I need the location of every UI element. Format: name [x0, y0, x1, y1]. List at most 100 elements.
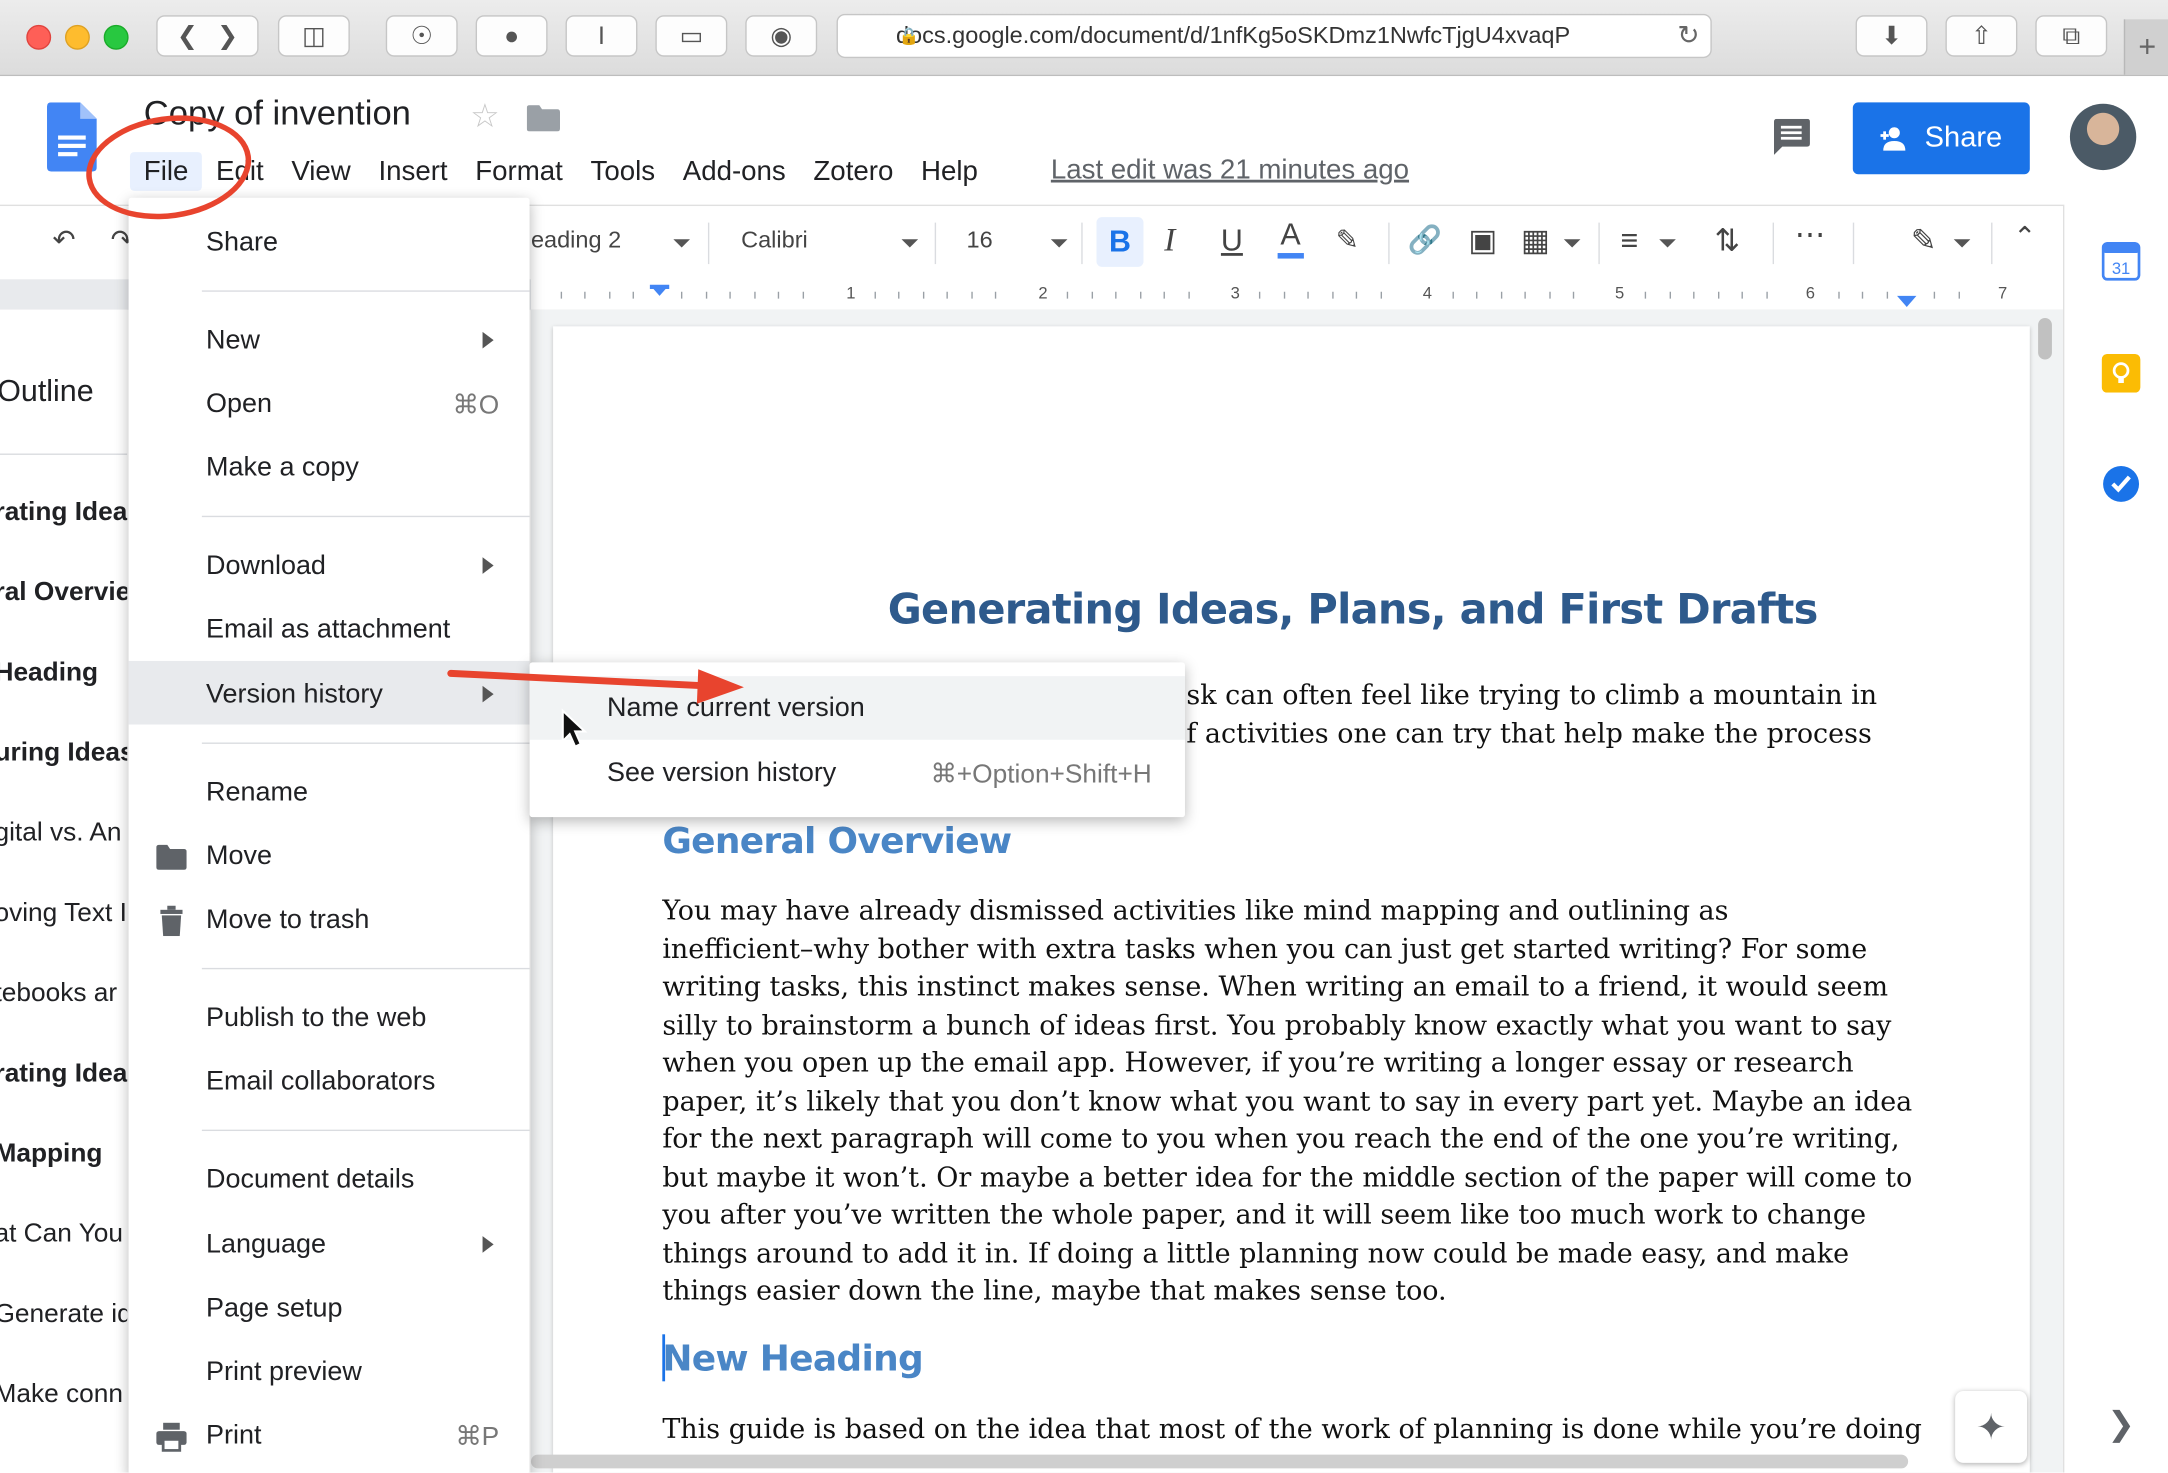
avatar[interactable] — [2069, 103, 2137, 171]
outline-item[interactable]: uring Ideas — [0, 738, 127, 768]
more-options-icon[interactable]: ⋯ — [1795, 217, 1825, 253]
address-bar[interactable]: 🔒 docs.google.com/document/d/1nfKg5oSKDm… — [836, 13, 1712, 59]
lock-icon: 🔒 — [898, 26, 920, 46]
add-comment-icon[interactable]: ▣ — [1468, 223, 1497, 259]
paragraph-line: You may have already dismissed activitie… — [662, 894, 1729, 927]
menu-item-print[interactable]: Print — [206, 1420, 261, 1452]
side-panel — [2062, 204, 2168, 1473]
submenu-arrow-icon — [482, 1236, 494, 1253]
font-size-select[interactable]: 16 — [967, 227, 993, 255]
outline-item[interactable]: Generate id — [0, 1300, 127, 1330]
url-text: docs.google.com/document/d/1nfKg5oSKDmz1… — [895, 22, 1571, 49]
paragraph-line: This guide is based on the idea that mos… — [662, 1413, 1922, 1445]
person-add-icon — [1880, 127, 1906, 151]
image-caret-icon[interactable] — [1563, 239, 1581, 248]
outline-item[interactable]: Mapping — [0, 1139, 102, 1169]
mode-caret-icon[interactable] — [1953, 239, 1971, 248]
menu-zotero[interactable]: Zotero — [800, 152, 908, 191]
underline-button[interactable]: U — [1221, 223, 1243, 259]
folder-icon — [156, 844, 187, 870]
ruler-mark: 6 — [1805, 283, 1816, 303]
align-icon[interactable]: ≡ — [1621, 223, 1639, 259]
highlight-pen-icon[interactable]: ✎ — [1336, 223, 1359, 258]
share-button-label: Share — [1924, 121, 2003, 154]
vertical-scrollbar[interactable] — [2038, 318, 2052, 360]
expand-panel-icon[interactable]: ❯ — [2107, 1405, 2135, 1445]
share-button[interactable]: Share — [1852, 102, 2030, 175]
paragraph-line: things easier down the line, maybe that … — [662, 1274, 1447, 1307]
overview-paragraph[interactable]: You may have already dismissed activitie… — [662, 892, 1913, 1310]
ruler-mark: 1 — [846, 283, 856, 303]
ruler-mark: 4 — [1422, 283, 1433, 303]
ruler-mark: 3 — [1230, 283, 1240, 303]
paragraph-line: writing tasks, this instinct makes sense… — [662, 970, 1889, 1003]
menu-item-rename[interactable]: Rename — [206, 777, 308, 809]
paragraph-line: when you open up the email app. However,… — [662, 1046, 1854, 1079]
editing-mode-icon[interactable]: ✎ — [1911, 223, 1936, 259]
horizontal-scrollbar[interactable] — [530, 1454, 1909, 1469]
tabs-overview-button[interactable]: ⧉ — [2035, 15, 2108, 57]
paragraph-line: inefficient–why bother with extra tasks … — [662, 932, 1868, 965]
ruler-mark: 7 — [1998, 283, 2008, 303]
paragraph-line: sk can often feel like trying to climb a… — [1186, 678, 1878, 711]
share-icon: ⇧ — [1970, 21, 1992, 50]
menu-item-language[interactable]: Language — [206, 1229, 326, 1261]
outline-item[interactable]: tebooks ar — [0, 979, 117, 1009]
download-icon: ⬇ — [1881, 21, 1902, 50]
doc-heading-new[interactable]: New Heading — [662, 1338, 923, 1379]
outline-item[interactable]: gital vs. An — [0, 819, 122, 849]
size-caret-icon[interactable] — [1050, 239, 1068, 248]
doc-heading-title[interactable]: Generating Ideas, Plans, and First Draft… — [888, 586, 1819, 634]
insert-image-icon[interactable]: ▦ — [1521, 223, 1550, 259]
print-icon — [156, 1422, 187, 1452]
collapse-toolbar-icon[interactable]: ⌃ — [2013, 220, 2036, 255]
trash-icon — [160, 905, 183, 937]
tasks-icon[interactable] — [2102, 465, 2141, 504]
share-sheet-button[interactable]: ⇧ — [1945, 15, 2018, 57]
new-tab-button[interactable]: + — [2123, 19, 2168, 75]
text-color-button[interactable]: A — [1277, 217, 1304, 259]
paragraph-line: f activities one can try that help make … — [1186, 716, 1872, 749]
italic-button[interactable]: I — [1164, 223, 1175, 260]
last-edit-link[interactable]: Last edit was 21 minutes ago — [1051, 155, 1409, 187]
menu-item-page-setup[interactable]: Page setup — [206, 1293, 342, 1325]
link-icon[interactable]: 🔗 — [1408, 223, 1442, 258]
downloads-button[interactable]: ⬇ — [1855, 15, 1928, 57]
outline-item[interactable]: Make conn — [0, 1380, 123, 1410]
paragraph-line: for the next paragraph will come to you … — [662, 1122, 1900, 1155]
menu-help[interactable]: Help — [907, 152, 992, 191]
comment-history-icon[interactable] — [1771, 118, 1810, 155]
calendar-icon[interactable]: 31 — [2101, 241, 2141, 281]
paragraph-line: but maybe it won’t. Or maybe a better id… — [662, 1160, 1913, 1193]
menu-item-email-collaborators[interactable]: Email collaborators — [206, 1066, 435, 1098]
keep-icon[interactable] — [2101, 353, 2141, 393]
align-caret-icon[interactable] — [1659, 239, 1676, 248]
outline-item[interactable]: at Can You — [0, 1220, 123, 1250]
reload-icon[interactable]: ↻ — [1677, 21, 1699, 53]
menu-item-publish[interactable]: Publish to the web — [206, 1002, 426, 1034]
bold-button[interactable]: B — [1096, 217, 1144, 267]
paragraph-line: paper, it’s likely that you don’t know w… — [662, 1084, 1913, 1117]
paragraph-line: silly to brainstorm a bunch of ideas fir… — [662, 1008, 1892, 1041]
ruler-mark: 5 — [1614, 283, 1625, 303]
tabs-icon: ⧉ — [2062, 21, 2081, 50]
guide-paragraph[interactable]: This guide is based on the idea that mos… — [662, 1410, 1922, 1448]
menu-item-move[interactable]: Move — [206, 841, 272, 873]
outline-item[interactable]: oving Text I — [0, 899, 127, 929]
menu-item-trash[interactable]: Move to trash — [206, 904, 369, 936]
menu-item-see-version-history[interactable]: See version history — [607, 758, 836, 790]
menu-item-print-preview[interactable]: Print preview — [206, 1356, 362, 1388]
outline-item[interactable]: rating Idea — [0, 1059, 127, 1089]
ruler-mark: 2 — [1038, 283, 1048, 303]
menu-item-document-details[interactable]: Document details — [206, 1164, 414, 1196]
annotation-arrow-icon — [447, 669, 744, 704]
doc-heading-overview[interactable]: General Overview — [662, 821, 1012, 862]
explore-icon[interactable]: ✦ — [1955, 1390, 2028, 1463]
intro-paragraph[interactable]: sk can often feel like trying to climb a… — [1186, 676, 1877, 752]
paragraph-line: you after you’ve written the whole paper… — [662, 1198, 1867, 1231]
paragraph-line: things around to add it in. If doing a l… — [662, 1236, 1850, 1269]
mouse-pointer-icon — [561, 708, 588, 749]
font-caret-icon[interactable] — [901, 239, 919, 248]
shortcut-print: ⌘P — [455, 1422, 500, 1452]
line-spacing-icon[interactable]: ⇅ — [1715, 223, 1740, 259]
